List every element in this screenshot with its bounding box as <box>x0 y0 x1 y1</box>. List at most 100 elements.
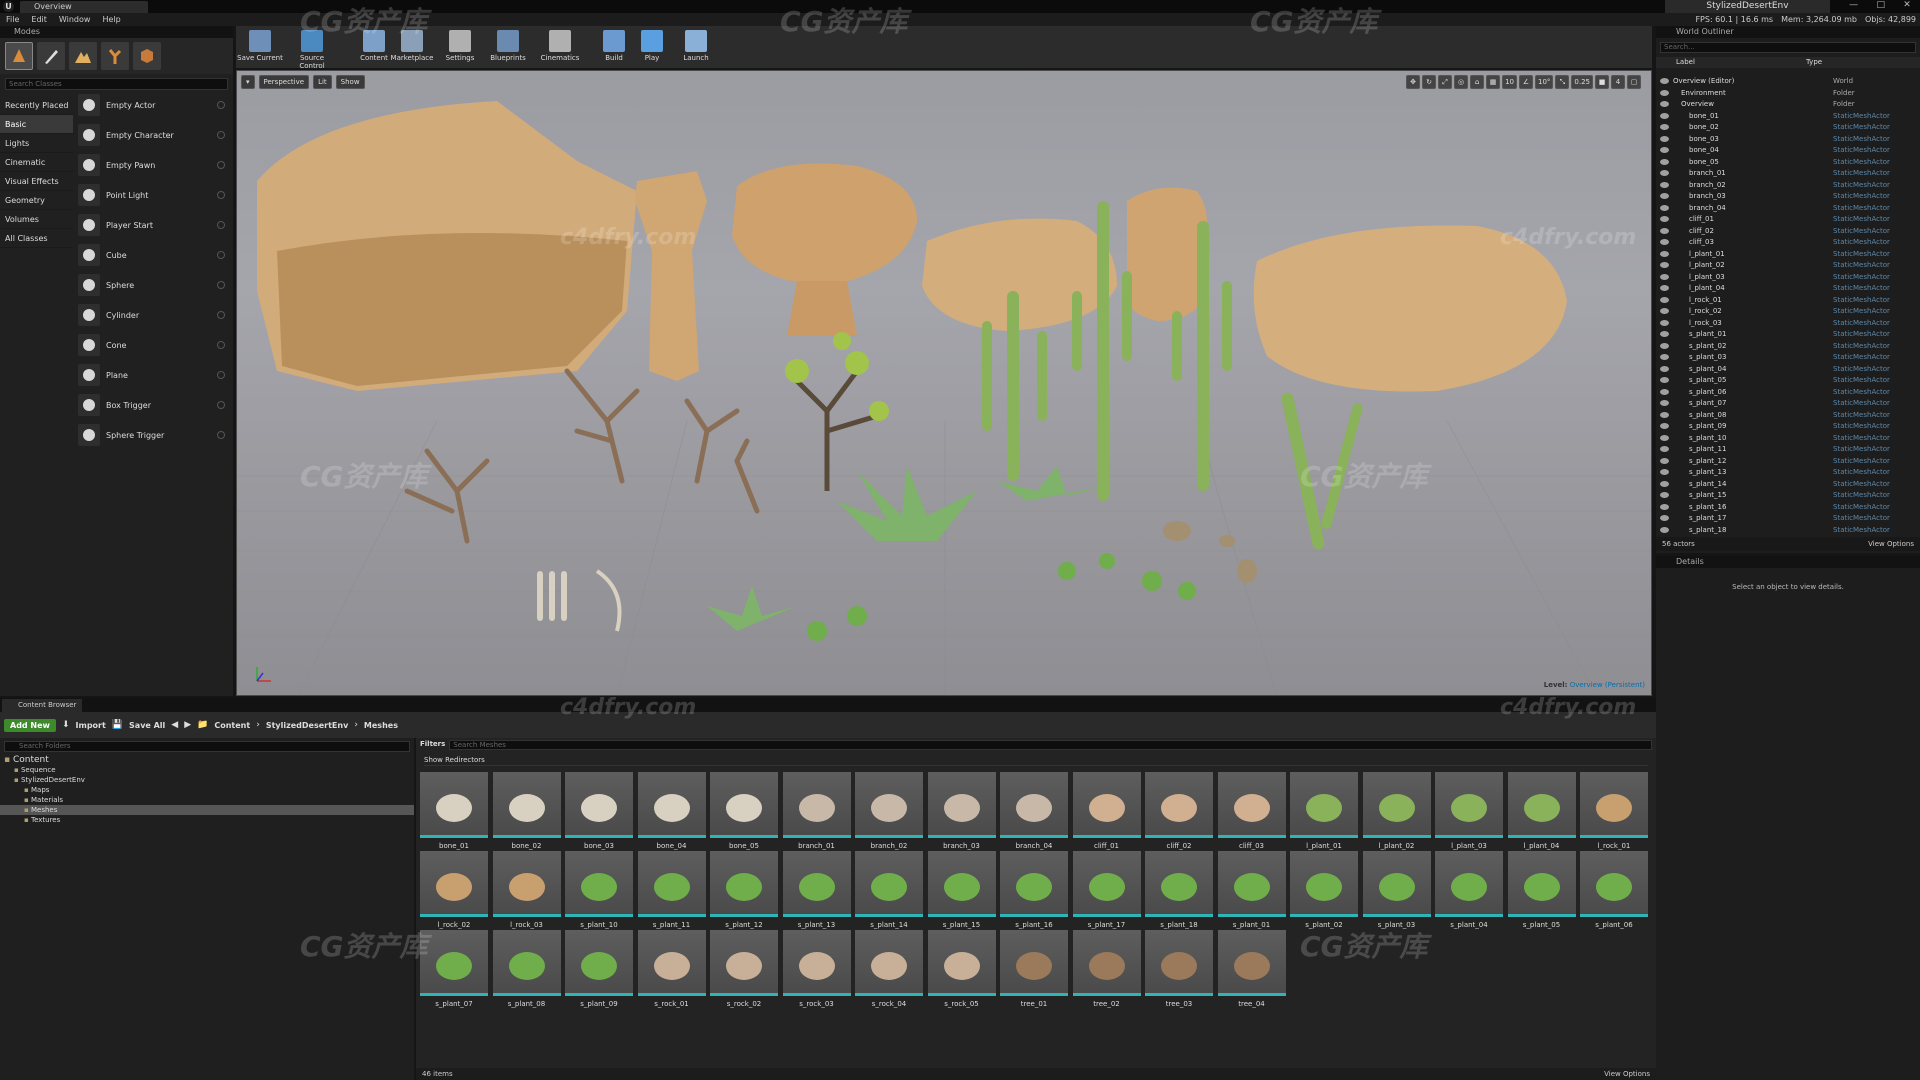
outliner-row[interactable]: s_plant_16 StaticMeshActor <box>1656 502 1920 514</box>
rotation-snap-value[interactable]: 10° <box>1534 75 1554 89</box>
visibility-eye-icon[interactable] <box>1660 296 1669 303</box>
outliner-row[interactable]: branch_03 StaticMeshActor <box>1656 191 1920 203</box>
asset-tile[interactable]: bone_01 <box>420 772 488 852</box>
asset-tile[interactable]: s_rock_05 <box>927 930 996 1010</box>
outliner-row[interactable]: l_plant_02 StaticMeshActor <box>1656 260 1920 272</box>
visibility-eye-icon[interactable] <box>1660 434 1669 441</box>
asset-tile[interactable]: tree_01 <box>1000 930 1068 1010</box>
search-classes-input[interactable]: Search Classes <box>5 78 228 90</box>
outliner-view-options[interactable]: View Options <box>1868 537 1914 551</box>
help-icon[interactable] <box>217 131 225 139</box>
asset-tile[interactable]: s_plant_10 <box>565 851 633 931</box>
folder-sequence[interactable]: ▪ Sequence <box>0 765 414 775</box>
placeable-sphere[interactable]: Sphere <box>74 270 232 300</box>
visibility-eye-icon[interactable] <box>1660 377 1669 383</box>
settings-button[interactable]: Settings <box>436 28 484 66</box>
content-browser-tab[interactable]: Content Browser <box>2 699 82 712</box>
outliner-row[interactable]: s_plant_07 StaticMeshActor <box>1656 398 1920 410</box>
visibility-eye-icon[interactable] <box>1660 400 1669 406</box>
blueprints-button[interactable]: Blueprints <box>484 28 532 66</box>
visibility-eye-icon[interactable] <box>1660 227 1669 234</box>
outliner-row[interactable]: l_rock_02 StaticMeshActor <box>1656 306 1920 318</box>
visibility-eye-icon[interactable] <box>1660 526 1669 533</box>
category-volumes[interactable]: Volumes <box>0 210 73 229</box>
asset-tile[interactable]: tree_04 <box>1217 930 1286 1010</box>
level-viewport[interactable]: ▾ Perspective Lit Show ✥ ↻ ⤢ ◎ ⌂ ▦ 10 ∠ … <box>236 70 1652 696</box>
folder-maps[interactable]: ▪ Maps <box>0 785 414 795</box>
asset-tile[interactable]: s_plant_17 <box>1072 851 1141 931</box>
breadcrumb-content[interactable]: Content <box>214 721 250 730</box>
placeable-point-light[interactable]: Point Light <box>74 180 232 210</box>
outliner-row[interactable]: s_plant_17 StaticMeshActor <box>1656 513 1920 525</box>
placeable-cone[interactable]: Cone <box>74 330 232 360</box>
outliner-row[interactable]: cliff_03 StaticMeshActor <box>1656 237 1920 249</box>
place-mode-icon[interactable] <box>5 42 33 70</box>
perspective-button[interactable]: Perspective <box>258 75 310 89</box>
category-lights[interactable]: Lights <box>0 134 73 153</box>
visibility-eye-icon[interactable] <box>1660 411 1669 418</box>
outliner-row[interactable]: l_plant_03 StaticMeshActor <box>1656 272 1920 284</box>
outliner-row[interactable]: s_plant_05 StaticMeshActor <box>1656 375 1920 387</box>
asset-tile[interactable]: tree_02 <box>1072 930 1141 1010</box>
outliner-row[interactable]: bone_01 StaticMeshActor <box>1656 111 1920 123</box>
visibility-eye-icon[interactable] <box>1660 480 1669 487</box>
asset-tile[interactable]: s_plant_13 <box>782 851 851 931</box>
outliner-row[interactable]: l_plant_04 StaticMeshActor <box>1656 283 1920 295</box>
outliner-row[interactable]: branch_01 StaticMeshActor <box>1656 168 1920 180</box>
placeable-cylinder[interactable]: Cylinder <box>74 300 232 330</box>
scale-icon[interactable]: ⤢ <box>1438 75 1453 89</box>
category-geometry[interactable]: Geometry <box>0 191 73 210</box>
maximize-viewport-icon[interactable]: ▢ <box>1627 75 1641 89</box>
geometry-mode-icon[interactable] <box>133 42 161 70</box>
visibility-eye-icon[interactable] <box>1660 423 1669 429</box>
folder-search-input[interactable]: Search Folders <box>4 741 410 752</box>
filters-button[interactable]: Filters <box>420 740 445 749</box>
outliner-row[interactable]: bone_04 StaticMeshActor <box>1656 145 1920 157</box>
asset-tile[interactable]: branch_02 <box>855 772 923 852</box>
help-icon[interactable] <box>217 161 225 169</box>
import-button[interactable]: Import <box>76 721 106 730</box>
placeable-empty-actor[interactable]: Empty Actor <box>74 90 232 120</box>
save-all-button[interactable]: Save All <box>129 721 165 730</box>
minimize-icon[interactable]: — <box>1849 0 1858 13</box>
visibility-eye-icon[interactable] <box>1660 365 1669 372</box>
asset-tile[interactable]: cliff_03 <box>1217 772 1286 852</box>
outliner-row[interactable]: branch_02 StaticMeshActor <box>1656 180 1920 192</box>
help-icon[interactable] <box>217 251 225 259</box>
col-label[interactable]: Label <box>1656 57 1806 68</box>
outliner-row[interactable]: l_plant_01 StaticMeshActor <box>1656 249 1920 261</box>
grid-snap-value[interactable]: 10 <box>1502 75 1517 89</box>
paint-mode-icon[interactable] <box>37 42 65 70</box>
asset-tile[interactable]: l_rock_03 <box>492 851 561 931</box>
asset-search-input[interactable]: Search Meshes <box>449 740 1652 750</box>
visibility-eye-icon[interactable] <box>1660 124 1669 130</box>
asset-tile[interactable]: s_plant_14 <box>855 851 923 931</box>
outliner-row[interactable]: s_plant_03 StaticMeshActor <box>1656 352 1920 364</box>
camera-speed-icon[interactable]: ■ <box>1595 75 1609 89</box>
viewport-options-icon[interactable]: ▾ <box>241 75 255 89</box>
outliner-row[interactable]: Overview (Editor) World <box>1656 76 1920 88</box>
asset-tile[interactable]: l_plant_02 <box>1362 772 1431 852</box>
menu-edit[interactable]: Edit <box>31 13 47 26</box>
play-button[interactable]: Play <box>628 28 676 66</box>
visibility-eye-icon[interactable] <box>1660 239 1669 245</box>
outliner-search-input[interactable]: Search... <box>1660 42 1916 53</box>
outliner-row[interactable]: s_plant_02 StaticMeshActor <box>1656 341 1920 353</box>
rotation-snap-icon[interactable]: ∠ <box>1518 75 1533 89</box>
placeable-empty-pawn[interactable]: Empty Pawn <box>74 150 232 180</box>
asset-tile[interactable]: cliff_01 <box>1072 772 1141 852</box>
category-basic[interactable]: Basic <box>0 115 73 134</box>
asset-tile[interactable]: s_plant_01 <box>1217 851 1286 931</box>
asset-view-options[interactable]: View Options <box>1604 1068 1650 1080</box>
category-cinematic[interactable]: Cinematic <box>0 153 73 172</box>
category-all-classes[interactable]: All Classes <box>0 229 73 248</box>
lit-button[interactable]: Lit <box>313 75 332 89</box>
world-local-icon[interactable]: ◎ <box>1454 75 1469 89</box>
rotate-icon[interactable]: ↻ <box>1422 75 1437 89</box>
asset-tile[interactable]: s_plant_11 <box>637 851 706 931</box>
asset-tile[interactable]: tree_03 <box>1145 930 1213 1010</box>
visibility-eye-icon[interactable] <box>1660 515 1669 521</box>
asset-tile[interactable]: l_plant_03 <box>1435 772 1503 852</box>
visibility-eye-icon[interactable] <box>1660 147 1669 153</box>
visibility-eye-icon[interactable] <box>1660 285 1669 291</box>
